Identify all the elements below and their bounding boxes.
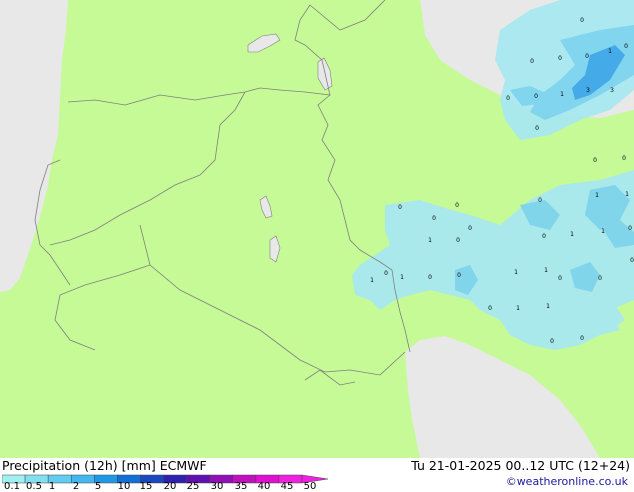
credit-link[interactable]: ©weatheronline.co.uk bbox=[506, 475, 628, 488]
point-value: 1 bbox=[601, 228, 605, 235]
point-value: 0 bbox=[530, 58, 534, 65]
point-value: 1 bbox=[560, 91, 564, 98]
point-value: 1 bbox=[400, 274, 404, 281]
point-value: 1 bbox=[514, 269, 518, 276]
point-value: 3 bbox=[610, 87, 614, 94]
legend-label: 10 bbox=[117, 481, 131, 492]
legend-label: 1 bbox=[48, 481, 56, 492]
point-value: 0 bbox=[580, 335, 584, 342]
legend-label: 20 bbox=[163, 481, 177, 492]
point-value: 0 bbox=[593, 157, 597, 164]
legend-label: 35 bbox=[234, 481, 248, 492]
point-value: 0 bbox=[488, 305, 492, 312]
point-value: 0 bbox=[558, 55, 562, 62]
point-value: 1 bbox=[546, 303, 550, 310]
point-value: 0 bbox=[624, 43, 628, 50]
point-value: 0 bbox=[585, 53, 589, 60]
point-value: 1 bbox=[608, 48, 612, 55]
point-value: 0 bbox=[456, 237, 460, 244]
point-value: 0 bbox=[468, 225, 472, 232]
point-value: 0 bbox=[535, 125, 539, 132]
map-title: Precipitation (12h) [mm] ECMWF bbox=[2, 458, 207, 473]
point-value: 0 bbox=[428, 274, 432, 281]
map-footer: Precipitation (12h) [mm] ECMWF Tu 21-01-… bbox=[0, 458, 634, 492]
legend-label: 5 bbox=[94, 481, 102, 492]
legend-label: 30 bbox=[210, 481, 224, 492]
legend-label: 40 bbox=[257, 481, 271, 492]
point-value: 0 bbox=[630, 257, 634, 264]
point-value: 0 bbox=[455, 202, 459, 209]
point-value: 0 bbox=[550, 338, 554, 345]
point-value: 0 bbox=[384, 270, 388, 277]
point-value: 1 bbox=[516, 305, 520, 312]
point-value: 0 bbox=[506, 95, 510, 102]
point-value: 1 bbox=[544, 267, 548, 274]
valid-time: Tu 21-01-2025 00..12 UTC (12+24) bbox=[411, 458, 630, 473]
legend-label: 2 bbox=[72, 481, 80, 492]
point-value: 0 bbox=[580, 17, 584, 24]
point-value: 0 bbox=[538, 197, 542, 204]
point-value: 3 bbox=[586, 87, 590, 94]
precipitation-map: 0 1 0 0 0 0 0 0 3 0 1 3 0 0 0 0 0 1 1 1 0 0 1 1 0 1 0 0 1 1 0 0 1 1 0 0 1 0 0 0… bbox=[0, 0, 634, 458]
point-value: 1 bbox=[595, 192, 599, 199]
point-value: 1 bbox=[570, 231, 574, 238]
point-value: 0 bbox=[622, 155, 626, 162]
legend-label: 15 bbox=[139, 481, 153, 492]
point-value: 0 bbox=[398, 204, 402, 211]
point-value: 1 bbox=[428, 237, 432, 244]
point-value: 0 bbox=[542, 233, 546, 240]
point-value: 0 bbox=[457, 272, 461, 279]
point-value: 0 bbox=[598, 275, 602, 282]
legend-label: 45 bbox=[280, 481, 294, 492]
point-value: 0 bbox=[534, 93, 538, 100]
point-value: 0 bbox=[432, 215, 436, 222]
legend-label: 0.1 bbox=[4, 481, 20, 492]
point-value: 1 bbox=[625, 191, 629, 198]
point-value: 1 bbox=[370, 277, 374, 284]
point-value: 0 bbox=[628, 225, 632, 232]
legend-label: 25 bbox=[186, 481, 200, 492]
point-value: 0 bbox=[558, 275, 562, 282]
legend-label: 0.5 bbox=[26, 481, 42, 492]
legend-label: 50 bbox=[303, 481, 317, 492]
